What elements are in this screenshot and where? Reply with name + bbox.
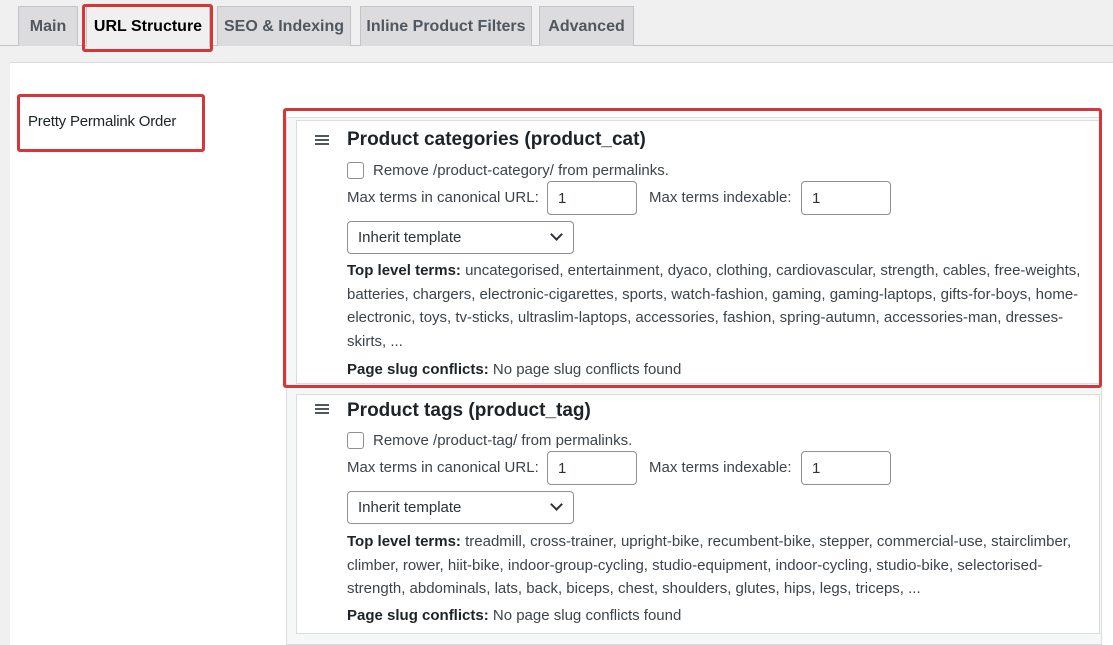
max-canonical-label: Max terms in canonical URL: xyxy=(347,189,539,206)
settings-tabs: Main URL Structure SEO & Indexing Inline… xyxy=(0,0,1113,47)
page-slug-conflicts: Page slug conflicts: No page slug confli… xyxy=(347,361,681,378)
taxonomy-title: Product tags (product_tag) xyxy=(347,400,591,421)
chevron-down-icon xyxy=(550,228,563,241)
max-indexable-input[interactable] xyxy=(801,451,891,485)
remove-base-label: Remove /product-tag/ from permalinks. xyxy=(373,431,633,449)
page-slug-conflicts-value: No page slug conflicts found xyxy=(492,361,682,378)
tab-advanced[interactable]: Advanced xyxy=(539,6,634,46)
max-canonical-input[interactable] xyxy=(547,451,637,485)
pretty-permalink-order-label: Pretty Permalink Order xyxy=(28,113,177,130)
remove-base-checkbox-row[interactable]: Remove /product-category/ from permalink… xyxy=(347,160,669,180)
drag-handle-icon[interactable] xyxy=(315,135,329,145)
top-level-terms: Top level terms: treadmill, cross-traine… xyxy=(347,530,1092,601)
chevron-down-icon xyxy=(550,498,563,511)
tab-main[interactable]: Main xyxy=(18,6,78,46)
max-indexable-input[interactable] xyxy=(801,181,891,215)
max-canonical-input[interactable] xyxy=(547,181,637,215)
template-select[interactable]: Inherit template xyxy=(347,491,574,524)
top-level-terms-label: Top level terms: xyxy=(347,262,461,279)
remove-base-label: Remove /product-category/ from permalink… xyxy=(373,161,669,179)
max-indexable-label: Max terms indexable: xyxy=(649,189,792,206)
max-indexable-label: Max terms indexable: xyxy=(649,459,792,476)
tab-inline-product-filters[interactable]: Inline Product Filters xyxy=(360,6,532,46)
max-canonical-label: Max terms in canonical URL: xyxy=(347,459,539,476)
top-level-terms-label: Top level terms: xyxy=(347,533,461,550)
page-slug-conflicts-label: Page slug conflicts: xyxy=(347,361,489,378)
tab-url-structure[interactable]: URL Structure xyxy=(86,6,210,47)
drag-handle-icon[interactable] xyxy=(315,404,329,414)
remove-base-checkbox[interactable] xyxy=(347,161,364,179)
remove-base-checkbox[interactable] xyxy=(347,431,364,449)
page-slug-conflicts: Page slug conflicts: No page slug confli… xyxy=(347,607,681,624)
taxonomy-title: Product categories (product_cat) xyxy=(347,129,646,150)
remove-base-checkbox-row[interactable]: Remove /product-tag/ from permalinks. xyxy=(347,430,632,450)
top-level-terms: Top level terms: uncategorised, entertai… xyxy=(347,259,1092,353)
template-select-value: Inherit template xyxy=(358,499,462,516)
page-slug-conflicts-value: No page slug conflicts found xyxy=(492,607,682,624)
template-select[interactable]: Inherit template xyxy=(347,221,574,254)
page-slug-conflicts-label: Page slug conflicts: xyxy=(347,607,489,624)
template-select-value: Inherit template xyxy=(358,229,462,246)
tab-seo-indexing[interactable]: SEO & Indexing xyxy=(217,6,351,46)
